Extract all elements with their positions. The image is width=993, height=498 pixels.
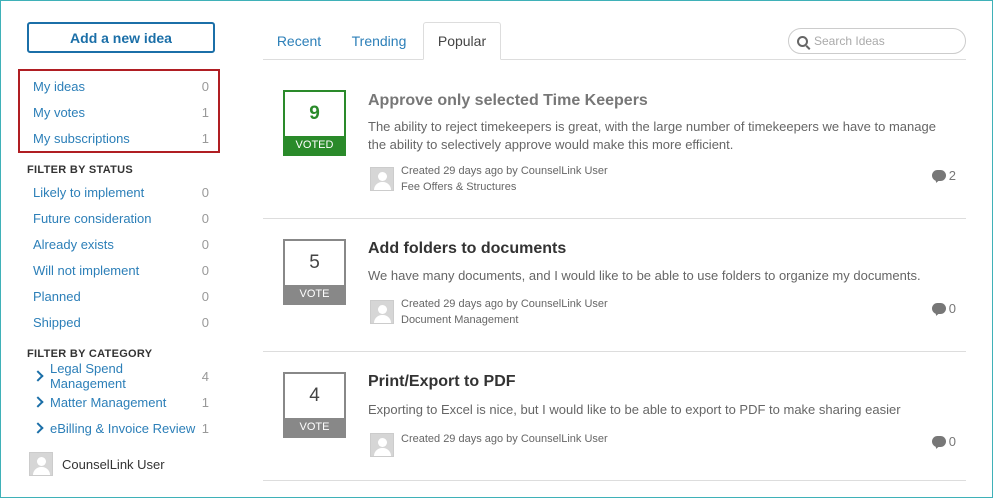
idea-category[interactable]: Fee Offers & Structures — [401, 181, 516, 193]
sidebar-item-label: My subscriptions — [33, 130, 130, 146]
comment-icon — [931, 436, 946, 447]
status-item-count: 0 — [201, 236, 209, 252]
category-item-label: Matter Management — [50, 394, 167, 410]
filter-by-status-heading: FILTER BY STATUS — [27, 164, 134, 176]
status-item-planned[interactable]: Planned 0 — [33, 286, 209, 306]
status-item-future-consideration[interactable]: Future consideration 0 — [33, 208, 209, 228]
status-item-label: Already exists — [33, 236, 114, 252]
idea-created: Created 29 days ago by CounselLink User — [401, 298, 608, 310]
vote-button[interactable]: 4 VOTE — [283, 372, 346, 438]
idea-item: 5 VOTE Add folders to documents We have … — [263, 239, 966, 329]
category-item-count: 1 — [201, 420, 209, 436]
avatar — [370, 433, 394, 457]
category-item-count: 4 — [201, 368, 209, 384]
tab-trending[interactable]: Trending — [341, 22, 417, 60]
idea-created: Created 29 days ago by CounselLink User — [401, 165, 608, 177]
sidebar-item-my-votes[interactable]: My votes 1 — [33, 102, 209, 122]
current-user[interactable]: CounselLink User — [29, 452, 165, 476]
status-item-count: 0 — [201, 314, 209, 330]
user-name: CounselLink User — [62, 456, 165, 472]
vote-count: 5 — [309, 252, 320, 273]
idea-description: The ability to reject timekeepers is gre… — [368, 119, 936, 152]
status-item-label: Shipped — [33, 314, 81, 330]
idea-divider — [263, 351, 966, 352]
status-item-shipped[interactable]: Shipped 0 — [33, 312, 209, 332]
sidebar-item-count: 1 — [201, 130, 209, 146]
vote-count: 4 — [309, 385, 320, 406]
add-new-idea-button[interactable]: Add a new idea — [27, 22, 215, 53]
avatar — [370, 300, 394, 324]
category-item-legal-spend-management[interactable]: Legal Spend Management 4 — [32, 361, 209, 391]
sidebar-item-my-ideas[interactable]: My ideas 0 — [33, 76, 209, 96]
comment-count[interactable]: 0 — [931, 434, 956, 449]
vote-label: VOTE — [285, 285, 344, 303]
vote-label: VOTE — [285, 418, 344, 436]
idea-divider — [263, 480, 966, 481]
chevron-right-icon — [32, 396, 44, 408]
comment-count-value: 2 — [948, 168, 956, 183]
chevron-right-icon — [32, 422, 44, 434]
sidebar-item-label: My votes — [33, 104, 86, 120]
idea-item: 4 VOTE Print/Export to PDF Exporting to … — [263, 372, 966, 462]
tab-recent[interactable]: Recent — [263, 22, 335, 60]
status-item-already-exists[interactable]: Already exists 0 — [33, 234, 209, 254]
idea-divider — [263, 218, 966, 219]
avatar — [29, 452, 53, 476]
category-item-matter-management[interactable]: Matter Management 1 — [32, 392, 209, 412]
status-item-label: Future consideration — [33, 210, 152, 226]
idea-title[interactable]: Approve only selected Time Keepers — [368, 92, 648, 110]
category-item-ebilling-invoice-review[interactable]: eBilling & Invoice Review 1 — [32, 418, 209, 438]
idea-item: 9 VOTED Approve only selected Time Keepe… — [263, 90, 966, 200]
search-box[interactable] — [788, 28, 966, 54]
category-item-label: eBilling & Invoice Review — [50, 420, 196, 436]
idea-category[interactable]: Document Management — [401, 314, 518, 326]
idea-title[interactable]: Print/Export to PDF — [368, 373, 516, 391]
idea-description: Exporting to Excel is nice, but I would … — [368, 402, 901, 417]
status-item-will-not-implement[interactable]: Will not implement 0 — [33, 260, 209, 280]
vote-button[interactable]: 9 VOTED — [283, 90, 346, 156]
idea-title[interactable]: Add folders to documents — [368, 240, 566, 258]
sidebar-item-my-subscriptions[interactable]: My subscriptions 1 — [33, 128, 209, 148]
comment-count-value: 0 — [948, 301, 956, 316]
comment-icon — [931, 303, 946, 314]
idea-created: Created 29 days ago by CounselLink User — [401, 433, 608, 445]
status-item-label: Planned — [33, 288, 81, 304]
status-item-count: 0 — [201, 184, 209, 200]
sidebar: Add a new idea My ideas 0 My votes 1 My … — [0, 0, 240, 498]
search-input[interactable] — [814, 34, 954, 48]
sidebar-item-count: 0 — [201, 78, 209, 94]
status-item-count: 0 — [201, 210, 209, 226]
comment-icon — [931, 170, 946, 181]
vote-button[interactable]: 5 VOTE — [283, 239, 346, 305]
sidebar-item-count: 1 — [201, 104, 209, 120]
vote-label: VOTED — [285, 136, 344, 154]
vote-count: 9 — [309, 103, 320, 124]
chevron-right-icon — [32, 370, 44, 382]
comment-count[interactable]: 0 — [931, 301, 956, 316]
filter-by-category-heading: FILTER BY CATEGORY — [27, 348, 153, 360]
comment-count[interactable]: 2 — [931, 168, 956, 183]
avatar — [370, 167, 394, 191]
tab-popular[interactable]: Popular — [423, 22, 501, 60]
status-item-likely-to-implement[interactable]: Likely to implement 0 — [33, 182, 209, 202]
search-icon — [797, 35, 808, 47]
status-item-count: 0 — [201, 288, 209, 304]
status-item-label: Will not implement — [33, 262, 140, 278]
category-item-count: 1 — [201, 394, 209, 410]
idea-description: We have many documents, and I would like… — [368, 268, 921, 283]
comment-count-value: 0 — [948, 434, 956, 449]
category-item-label: Legal Spend Management — [49, 361, 126, 391]
status-item-count: 0 — [201, 262, 209, 278]
status-item-label: Likely to implement — [33, 184, 145, 200]
sidebar-item-label: My ideas — [33, 78, 86, 94]
